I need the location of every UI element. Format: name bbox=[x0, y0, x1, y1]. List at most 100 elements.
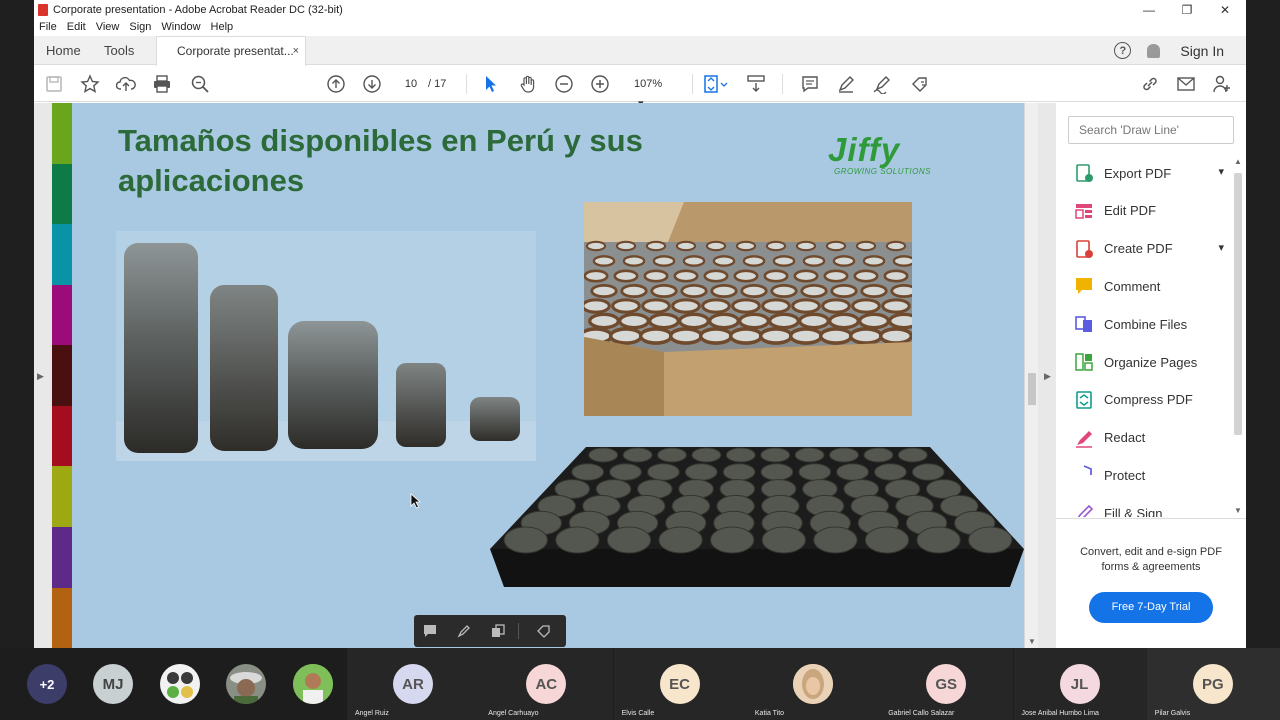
expand-left-panel-icon[interactable]: ▶ bbox=[37, 371, 44, 382]
print-icon[interactable] bbox=[152, 74, 172, 94]
page-number-input[interactable]: 10 bbox=[396, 74, 426, 94]
participant-tile[interactable]: JL Jose Anibal Humbo Lima bbox=[1013, 648, 1147, 720]
float-separator bbox=[518, 623, 519, 639]
pellet-in-box bbox=[851, 298, 881, 314]
participant-photo-avatar[interactable] bbox=[226, 664, 266, 704]
pellet-in-box bbox=[608, 327, 644, 345]
participant-tile[interactable]: Katia Tito bbox=[746, 648, 880, 720]
zoom-out-icon[interactable] bbox=[554, 74, 574, 94]
upload-cloud-icon[interactable] bbox=[116, 74, 136, 94]
organize-pages-icon bbox=[1074, 352, 1094, 372]
color-stripe bbox=[52, 466, 72, 527]
participant-photo-avatar[interactable] bbox=[293, 664, 333, 704]
zoom-in-icon[interactable] bbox=[590, 74, 610, 94]
scroll-down-icon[interactable]: ▼ bbox=[1028, 637, 1036, 646]
tool-create-pdf[interactable]: Create PDF ▾ bbox=[1074, 237, 1228, 261]
participant-tile[interactable]: AC Angel Carhuayo bbox=[480, 648, 614, 720]
tab-tools[interactable]: Tools bbox=[104, 36, 134, 65]
chevron-down-icon[interactable]: ▾ bbox=[1218, 241, 1224, 254]
tab-document[interactable]: Corporate presentat... × bbox=[156, 36, 306, 66]
participant-name: Angel Ruiz bbox=[355, 710, 389, 717]
more-participants-badge[interactable]: +2 bbox=[27, 664, 67, 704]
maximize-button[interactable]: ❐ bbox=[1168, 0, 1206, 20]
header-actions: ? Sign In bbox=[1114, 36, 1246, 65]
tools-scroll-thumb[interactable] bbox=[1234, 173, 1242, 435]
participant-tile[interactable]: EC Elvis Calle bbox=[613, 648, 747, 720]
hand-tool-icon[interactable] bbox=[518, 74, 538, 94]
document-scroll-thumb[interactable] bbox=[1028, 373, 1036, 405]
zoom-level-select[interactable]: 107% ▾ bbox=[624, 74, 680, 110]
tools-scroll-down-icon[interactable]: ▼ bbox=[1234, 506, 1242, 515]
left-panel-toggle[interactable]: ▶ bbox=[34, 103, 50, 648]
float-comment-icon[interactable] bbox=[422, 623, 438, 639]
menu-file[interactable]: File bbox=[34, 20, 62, 35]
participant-avatar[interactable]: MJ bbox=[93, 664, 133, 704]
scroll-mode-icon[interactable] bbox=[746, 74, 766, 94]
document-viewport[interactable]: ▶ Tamaños disponibles en Perú y sus apli… bbox=[34, 103, 1056, 648]
participant-avatar: AC bbox=[526, 664, 567, 704]
notification-bell-icon[interactable] bbox=[1147, 43, 1161, 58]
tool-protect[interactable]: Protect bbox=[1074, 463, 1228, 487]
bookmark-star-icon[interactable] bbox=[80, 74, 100, 94]
pellet-in-box bbox=[615, 240, 637, 252]
tool-redact[interactable]: Redact bbox=[1074, 426, 1228, 450]
menu-edit[interactable]: Edit bbox=[62, 20, 91, 35]
minimize-button[interactable]: — bbox=[1130, 0, 1168, 20]
tool-edit-pdf[interactable]: Edit PDF bbox=[1074, 199, 1228, 223]
save-icon[interactable] bbox=[44, 74, 64, 94]
menu-sign[interactable]: Sign bbox=[124, 20, 156, 35]
redact-icon bbox=[1074, 428, 1094, 448]
participant-photo-avatar[interactable] bbox=[160, 664, 200, 704]
collapse-right-panel-icon[interactable]: ▶ bbox=[1044, 371, 1051, 382]
toolbar-separator bbox=[466, 74, 467, 94]
pellet-in-box bbox=[802, 255, 826, 267]
free-trial-button[interactable]: Free 7-Day Trial bbox=[1089, 592, 1213, 623]
pellet-in-box bbox=[763, 269, 789, 283]
highlight-pen-icon[interactable] bbox=[836, 74, 856, 94]
document-scrollbar[interactable]: ▼ bbox=[1024, 103, 1038, 648]
tab-home[interactable]: Home bbox=[46, 36, 81, 65]
tools-scrollbar[interactable]: ▲ ▼ bbox=[1232, 155, 1244, 517]
select-cursor-icon[interactable] bbox=[480, 74, 500, 94]
tool-combine-files[interactable]: Combine Files bbox=[1074, 312, 1228, 336]
tools-scroll-up-icon[interactable]: ▲ bbox=[1234, 157, 1242, 166]
color-stripe bbox=[52, 284, 72, 346]
help-icon[interactable]: ? bbox=[1114, 42, 1132, 59]
page-fit-icon[interactable] bbox=[702, 74, 730, 94]
tool-comment[interactable]: Comment bbox=[1074, 274, 1228, 298]
previous-page-icon[interactable] bbox=[326, 74, 346, 94]
tool-fill-sign[interactable]: Fill & Sign bbox=[1074, 501, 1228, 517]
participant-tile[interactable]: AR Angel Ruiz bbox=[347, 648, 480, 720]
pellet-in-tray bbox=[864, 526, 910, 554]
pellet-in-tray bbox=[609, 463, 642, 481]
tool-compress-pdf[interactable]: Compress PDF bbox=[1074, 388, 1228, 412]
close-tab-icon[interactable]: × bbox=[293, 37, 299, 65]
menu-window[interactable]: Window bbox=[156, 20, 205, 35]
sign-pen-icon[interactable] bbox=[872, 74, 892, 94]
float-copy-icon[interactable] bbox=[490, 623, 506, 639]
pellet-in-box bbox=[890, 283, 912, 299]
pellet-in-box bbox=[855, 240, 877, 252]
close-window-button[interactable]: ✕ bbox=[1206, 0, 1244, 20]
right-panel-toggle[interactable]: ▶ bbox=[1038, 103, 1056, 648]
tool-organize-pages[interactable]: Organize Pages bbox=[1074, 350, 1228, 374]
participant-tile[interactable]: GS Gabriel Callo Salazar bbox=[880, 648, 1014, 720]
float-redact-icon[interactable] bbox=[536, 623, 552, 639]
tool-export-pdf[interactable]: Export PDF ▾ bbox=[1074, 161, 1228, 185]
add-person-icon[interactable] bbox=[1212, 74, 1232, 94]
sign-in-button[interactable]: Sign In bbox=[1180, 43, 1224, 59]
share-link-icon[interactable] bbox=[1140, 74, 1160, 94]
comment-icon[interactable] bbox=[800, 74, 820, 94]
pellets-in-tray-image bbox=[490, 447, 1024, 587]
tool-label: Combine Files bbox=[1104, 316, 1188, 332]
menu-view[interactable]: View bbox=[91, 20, 125, 35]
float-highlight-icon[interactable] bbox=[456, 623, 472, 639]
zoom-search-icon[interactable] bbox=[190, 74, 210, 94]
redact-tool-icon[interactable] bbox=[910, 74, 930, 94]
tools-search-input[interactable]: Search 'Draw Line' bbox=[1068, 116, 1234, 144]
menu-help[interactable]: Help bbox=[206, 20, 239, 35]
participant-tile[interactable]: PG Pilar Galvis bbox=[1146, 648, 1280, 720]
next-page-icon[interactable] bbox=[362, 74, 382, 94]
email-icon[interactable] bbox=[1176, 74, 1196, 94]
chevron-down-icon[interactable]: ▾ bbox=[1218, 165, 1224, 178]
